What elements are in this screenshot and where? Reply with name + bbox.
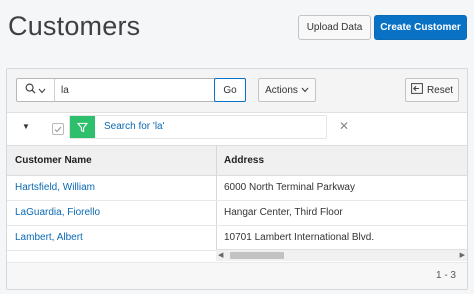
filter-pill[interactable]: Search for 'la' bbox=[69, 115, 327, 139]
collapse-filters-toggle[interactable]: ▼ bbox=[22, 122, 30, 131]
address-cell: 10701 Lambert International Blvd. bbox=[224, 232, 375, 243]
actions-menu-button[interactable]: Actions bbox=[258, 78, 316, 102]
search-input[interactable] bbox=[61, 82, 211, 98]
create-customer-button[interactable]: Create Customer bbox=[374, 15, 467, 40]
report-toolbar: Go Actions Reset bbox=[7, 69, 467, 113]
filter-icon bbox=[70, 116, 95, 138]
column-header-customer-name[interactable]: Customer Name bbox=[15, 146, 92, 175]
customer-name-link[interactable]: LaGuardia, Fiorello bbox=[15, 201, 100, 225]
table-header: Customer Name Address bbox=[7, 145, 467, 176]
upload-data-button[interactable]: Upload Data bbox=[298, 15, 371, 40]
chevron-down-icon bbox=[301, 85, 309, 96]
go-button[interactable]: Go bbox=[214, 78, 246, 102]
search-icon bbox=[25, 81, 36, 99]
reset-icon bbox=[411, 83, 423, 97]
scroll-left-icon[interactable]: ◀ bbox=[218, 250, 223, 261]
search-bar: Go bbox=[16, 78, 246, 102]
chevron-down-icon bbox=[38, 81, 46, 99]
filter-text: Search for 'la' bbox=[104, 121, 165, 132]
customer-name-link[interactable]: Lambert, Albert bbox=[15, 226, 83, 250]
customer-name-link[interactable]: Hartsfield, William bbox=[15, 176, 95, 200]
pagination-info: 1 - 3 bbox=[435, 270, 456, 281]
scrollbar-thumb[interactable] bbox=[230, 252, 284, 259]
table-row: Hartsfield, William 6000 North Terminal … bbox=[7, 176, 467, 201]
address-cell: 6000 North Terminal Parkway bbox=[224, 182, 355, 193]
search-column-picker[interactable] bbox=[17, 79, 55, 101]
report-region: Go Actions Reset ▼ Search for 'la' ✕ bbox=[6, 68, 468, 290]
table-row: LaGuardia, Fiorello Hangar Center, Third… bbox=[7, 201, 467, 226]
reset-label: Reset bbox=[426, 84, 454, 96]
actions-label: Actions bbox=[265, 84, 298, 96]
report-footer: 1 - 3 bbox=[7, 262, 467, 289]
remove-filter-button[interactable]: ✕ bbox=[339, 119, 349, 133]
address-cell: Hangar Center, Third Floor bbox=[224, 207, 343, 218]
scroll-right-icon[interactable]: ▶ bbox=[460, 250, 465, 261]
page-title: Customers bbox=[8, 11, 141, 41]
reset-button[interactable]: Reset bbox=[405, 78, 459, 102]
filter-enable-checkbox[interactable] bbox=[52, 123, 64, 135]
table-row: Lambert, Albert 10701 Lambert Internatio… bbox=[7, 226, 467, 251]
filter-bar: ▼ Search for 'la' ✕ bbox=[7, 113, 467, 145]
column-header-address[interactable]: Address bbox=[224, 146, 264, 175]
horizontal-scrollbar[interactable]: ◀ ▶ bbox=[216, 249, 467, 261]
